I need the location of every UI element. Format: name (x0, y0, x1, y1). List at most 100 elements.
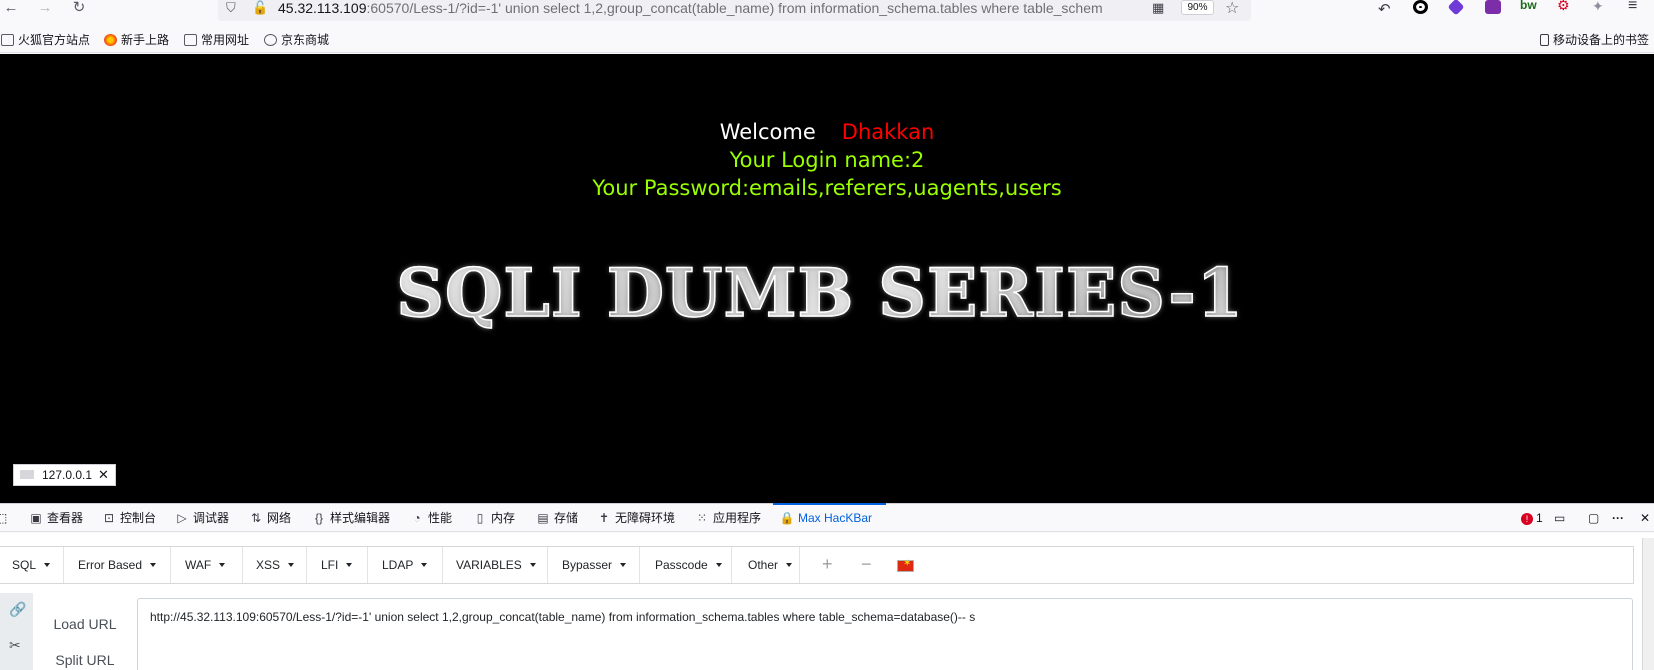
close-icon[interactable]: ✕ (1640, 510, 1650, 526)
forward-button[interactable]: → (34, 0, 56, 18)
caret-down-icon (219, 563, 226, 567)
globe-icon (264, 34, 277, 46)
accessibility-icon: ✝ (598, 511, 610, 525)
ellipsis-icon[interactable]: ··· (1612, 510, 1624, 526)
network-icon: ⇅ (250, 511, 262, 525)
debugger-icon: ▷ (177, 511, 187, 525)
tab-memory[interactable]: ▯ 内存 (472, 510, 515, 526)
menu-ldap[interactable]: LDAP (368, 547, 443, 583)
element-picker-icon[interactable]: ⬚ (0, 510, 7, 526)
caret-down-icon (715, 563, 722, 567)
mobile-device-icon (1540, 34, 1549, 46)
url-path: :60570/Less-1/?id=-1' union select 1,2,g… (366, 0, 1103, 16)
extension-red-icon[interactable]: ⚙ (1557, 0, 1570, 14)
hackbar-menubar: SQL Error Based WAF XSS LFI LDAP VARIABL… (0, 546, 1634, 584)
scissors-icon[interactable]: ✂ (9, 637, 21, 654)
sqli-banner-image: SQLI DUMB SERIES-1 (380, 253, 1260, 333)
web-page: Welcome Dhakkan Your Login name:2 Your Pa… (0, 54, 1654, 503)
mobile-bookmarks[interactable]: 移动设备上的书签 (1540, 32, 1649, 48)
caret-down-icon (150, 563, 157, 567)
grid-icon: ⁙ (696, 511, 708, 525)
menu-sql[interactable]: SQL (0, 547, 64, 583)
menu-bypasser[interactable]: Bypasser (548, 547, 640, 583)
tab-performance[interactable]: ◔ 性能 (409, 510, 452, 526)
menu-error-based[interactable]: Error Based (64, 547, 171, 583)
back-button[interactable]: ← (0, 0, 22, 18)
dock-side-icon[interactable]: ▢ (1588, 510, 1599, 526)
tab-console[interactable]: ⊡ 控制台 (101, 510, 156, 526)
plus-button[interactable]: + (822, 555, 833, 573)
menu-other[interactable]: Other (732, 547, 800, 583)
shield-icon[interactable]: ⛉ (226, 0, 236, 16)
tab-inspector[interactable]: ▣ 查看器 (28, 510, 83, 526)
extension-circle-icon[interactable] (1413, 0, 1428, 14)
firefox-logo-icon (104, 34, 117, 46)
lock-icon: 🔒 (779, 511, 795, 525)
insecure-lock-icon[interactable]: 🔓 (252, 0, 268, 16)
caret-down-icon (44, 563, 51, 567)
extensions-puzzle-icon[interactable]: ✦ (1592, 0, 1604, 15)
zoom-indicator[interactable]: 90% (1181, 0, 1214, 15)
tab-application[interactable]: ⁙ 应用程序 (694, 510, 761, 526)
extension-bw-icon[interactable]: bw (1520, 0, 1537, 12)
url-host: 45.32.113.109 (278, 0, 367, 16)
bookmark-item[interactable]: 新手上路 (104, 32, 169, 48)
link-icon[interactable]: 🔗 (9, 601, 26, 618)
caret-down-icon (620, 563, 627, 567)
china-flag-icon[interactable] (897, 558, 914, 572)
menu-xss[interactable]: XSS (243, 547, 307, 583)
tab-debugger[interactable]: ▷ 调试器 (174, 510, 229, 526)
address-bar[interactable]: ⛉ 🔓 45.32.113.109:60570/Less-1/?id=-1' u… (218, 0, 1251, 21)
bookmark-star-icon[interactable]: ☆ (1225, 0, 1239, 18)
password-text: Your Password:emails,referers,uagents,us… (592, 176, 1062, 200)
welcome-text: Welcome (719, 120, 816, 144)
menu-waf[interactable]: WAF (171, 547, 243, 583)
browser-toolbar: ← → ↻ ⛉ 🔓 45.32.113.109:60570/Less-1/?id… (0, 0, 1654, 23)
split-url-button[interactable]: Split URL (40, 652, 130, 668)
menu-passcode[interactable]: Passcode (640, 547, 732, 583)
console-icon: ⊡ (103, 511, 115, 525)
caret-down-icon (346, 563, 353, 567)
flag-icon (20, 470, 34, 479)
load-url-button[interactable]: Load URL (40, 616, 130, 632)
menu-variables[interactable]: VARIABLES (443, 547, 548, 583)
close-icon[interactable]: ✕ (98, 467, 109, 482)
menu-lfi[interactable]: LFI (307, 547, 368, 583)
extension-n-icon[interactable] (1485, 0, 1501, 14)
caret-down-icon (529, 563, 536, 567)
tab-storage[interactable]: ▤ 存储 (535, 510, 578, 526)
status-tooltip: 127.0.0.1 ✕ (13, 464, 116, 486)
bookmark-item[interactable]: 京东商城 (264, 32, 329, 48)
caret-down-icon (786, 563, 793, 567)
login-name-text: Your Login name:2 (729, 148, 925, 172)
panel-scrollbar[interactable] (1642, 538, 1654, 670)
bookmark-item[interactable]: 常用网址 (184, 32, 249, 48)
bookmark-item[interactable]: 火狐官方站点 (1, 32, 90, 48)
minus-button[interactable]: − (861, 555, 872, 573)
error-icon: ! (1521, 513, 1533, 525)
tab-style-editor[interactable]: {} 样式编辑器 (311, 510, 390, 526)
bookmarks-toolbar: 火狐官方站点 新手上路 常用网址 京东商城 移动设备上的书签 (0, 29, 1654, 53)
hackbar-panel: SQL Error Based WAF XSS LFI LDAP VARIABL… (0, 533, 1654, 670)
error-counter[interactable]: ! 1 (1521, 510, 1543, 526)
hamburger-menu-icon[interactable]: ≡ (1628, 0, 1637, 15)
tab-max-hackbar[interactable]: 🔒 Max HacKBar (779, 510, 873, 526)
welcome-line: Welcome Dhakkan (0, 120, 1654, 144)
devtools-tabbar: ⬚ ▣ 查看器 ⊡ 控制台 ▷ 调试器 ⇅ 网络 {} 样式编辑器 ◔ 性能 ▯ 内存 ▤ 存储… (0, 503, 1654, 532)
gauge-icon: ◔ (413, 511, 421, 525)
tab-network[interactable]: ⇅ 网络 (248, 510, 291, 526)
active-tab-indicator (773, 503, 886, 505)
caret-down-icon (288, 563, 295, 567)
reload-button[interactable]: ↻ (68, 0, 90, 18)
extension-layers-icon[interactable] (1447, 0, 1465, 16)
url-text[interactable]: 45.32.113.109:60570/Less-1/?id=-1' union… (278, 0, 1148, 16)
tab-accessibility[interactable]: ✝ 无障碍环境 (596, 510, 675, 526)
qr-code-icon[interactable]: ▦ (1152, 0, 1164, 16)
undo-icon[interactable]: ↶ (1378, 0, 1391, 18)
storage-icon: ▤ (537, 511, 549, 525)
url-textarea[interactable]: http://45.32.113.109:60570/Less-1/?id=-1… (137, 598, 1633, 670)
responsive-mode-icon[interactable]: ▭ (1554, 510, 1565, 526)
hackbar-side-icons: 🔗 ✂ (0, 593, 33, 670)
folder-icon (184, 34, 197, 46)
user-name-text: Dhakkan (841, 120, 935, 144)
